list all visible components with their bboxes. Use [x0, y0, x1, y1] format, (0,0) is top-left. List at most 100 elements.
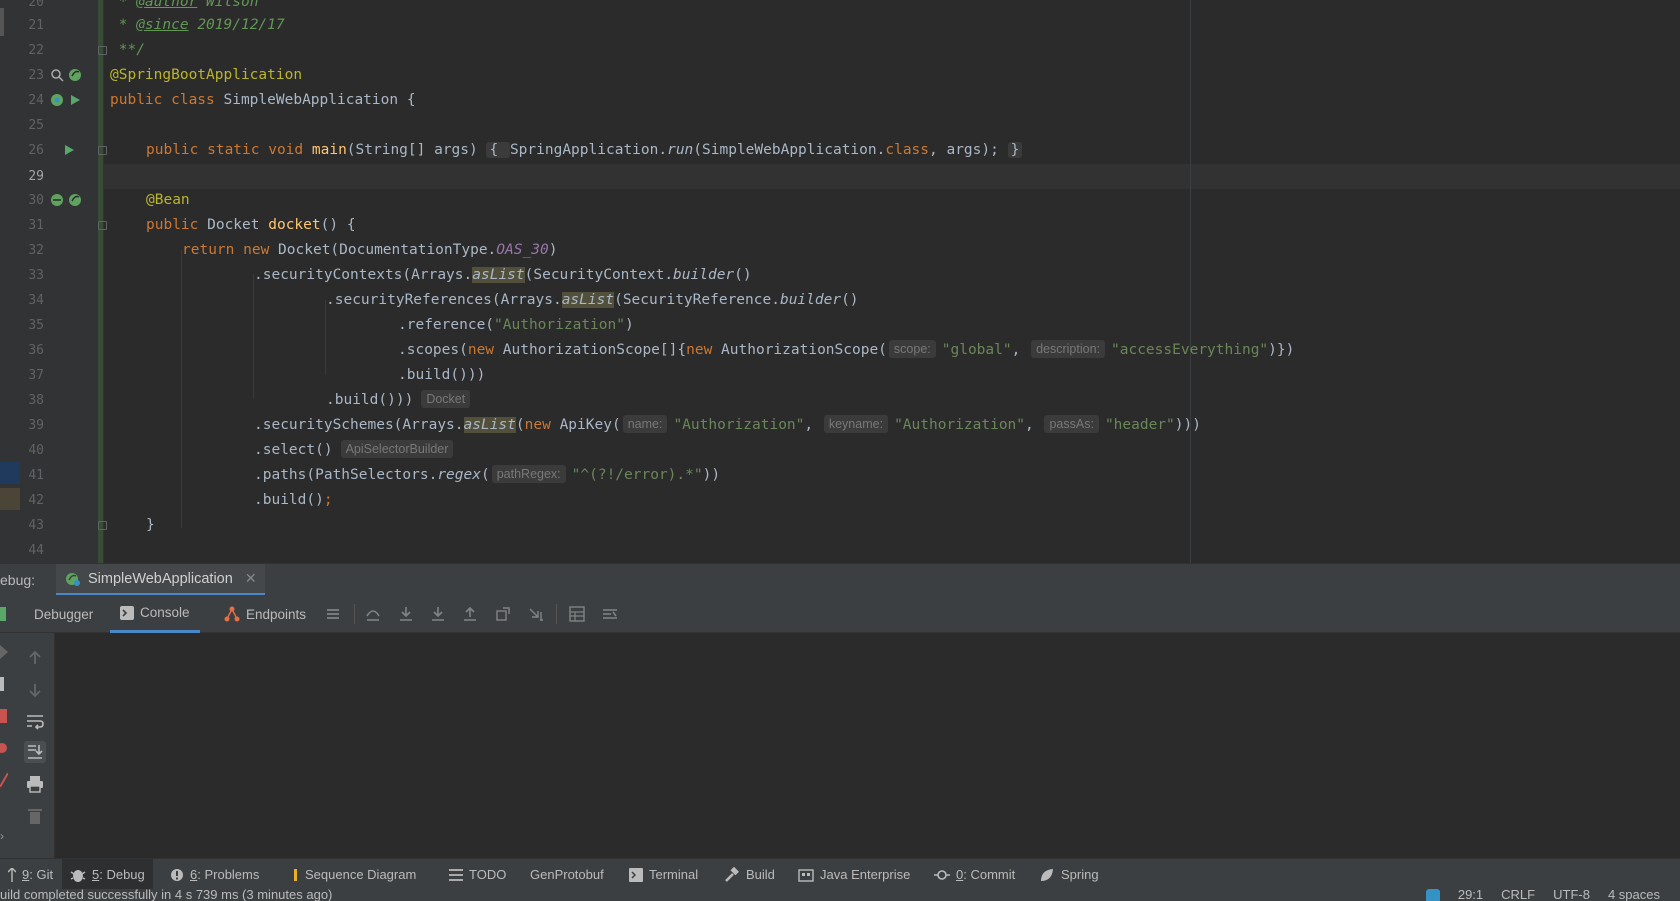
parameter-hint: keyname:: [823, 415, 889, 433]
menu-icon[interactable]: [325, 606, 341, 622]
code-line-30: 30 @Bean: [0, 188, 1680, 213]
pause-icon[interactable]: [0, 677, 6, 691]
tool-genprotobuf[interactable]: GenProtobuf: [522, 859, 612, 890]
tool-java-enterprise[interactable]: Java Enterprise: [790, 859, 918, 890]
step-over-icon[interactable]: [365, 606, 381, 622]
tool-terminal[interactable]: Terminal: [621, 859, 706, 890]
spring-bean-icon[interactable]: [68, 68, 82, 82]
parameter-hint: pathRegex:: [491, 465, 566, 483]
tool-spring[interactable]: Spring: [1031, 859, 1107, 890]
tab-debugger[interactable]: Debugger: [24, 595, 103, 633]
clear-all-icon[interactable]: [24, 805, 46, 827]
step-out-icon[interactable]: [462, 606, 478, 622]
view-breakpoints-icon[interactable]: [0, 741, 8, 755]
tab-endpoints[interactable]: Endpoints: [214, 595, 316, 633]
parameter-hint: scope:: [888, 340, 936, 358]
line-number: 22: [28, 43, 44, 58]
run-to-cursor-icon[interactable]: [528, 606, 544, 622]
step-into-icon[interactable]: [398, 606, 414, 622]
line-separator[interactable]: CRLF: [1501, 889, 1535, 901]
tool-window-bar: 9: Git 5: Debug 6: Problems Sequence Dia…: [0, 858, 1680, 890]
tab-console[interactable]: Console: [110, 595, 200, 633]
code-editor[interactable]: 20 * @author Wilson 21 * @since 2019/12/…: [0, 0, 1680, 563]
line-number: 36: [28, 343, 44, 358]
debug-toolbar: Debugger Console Endpoints: [0, 595, 1680, 633]
up-stack-frame-icon[interactable]: [24, 647, 46, 669]
tool-commit[interactable]: 0: Commit: [926, 859, 1023, 890]
expand-icon[interactable]: ›: [0, 829, 4, 843]
file-encoding[interactable]: UTF-8: [1553, 889, 1590, 901]
console-output[interactable]: [0, 633, 1680, 858]
code-line-32: 32 return new Docket(DocumentationType.O…: [0, 238, 1680, 263]
spring-config-icon[interactable]: [50, 93, 64, 107]
run-icon[interactable]: [68, 93, 82, 107]
code-line-39: 39 .securitySchemes(Arrays.asList(new Ap…: [0, 413, 1680, 438]
tool-sequence-diagram[interactable]: Sequence Diagram: [285, 859, 424, 890]
line-number: 26: [28, 143, 44, 158]
fold-marker-icon[interactable]: [98, 146, 107, 155]
parameter-hint: name:: [622, 415, 668, 433]
toolbar-separator: [556, 604, 557, 624]
tool-todo[interactable]: TODO: [441, 859, 514, 890]
line-number: 32: [28, 243, 44, 258]
java-enterprise-icon: [798, 868, 814, 882]
soft-wrap-icon[interactable]: [24, 710, 46, 732]
close-icon[interactable]: ✕: [245, 570, 257, 587]
tool-git[interactable]: 9: Git: [0, 859, 61, 890]
down-stack-frame-icon[interactable]: [24, 679, 46, 701]
resume-icon[interactable]: [0, 645, 8, 659]
tool-build[interactable]: Build: [716, 859, 783, 890]
console-side-toolbar: ›: [0, 633, 55, 858]
stop-icon[interactable]: [0, 709, 7, 723]
run-icon[interactable]: [62, 143, 76, 157]
bean-navigate-icon[interactable]: [50, 193, 64, 207]
caret-position[interactable]: 29:1: [1458, 889, 1483, 901]
code-line-21: 21 * @since 2019/12/17: [0, 13, 1680, 38]
line-number: 21: [28, 18, 44, 33]
commit-icon: [934, 869, 950, 880]
line-number: 33: [28, 268, 44, 283]
find-usages-icon[interactable]: [50, 68, 64, 82]
line-number: 42: [28, 493, 44, 508]
mute-breakpoints-icon[interactable]: [0, 773, 8, 787]
force-step-into-icon[interactable]: [430, 606, 446, 622]
fold-marker-icon[interactable]: [98, 46, 107, 55]
line-number: 44: [28, 543, 44, 558]
event-log-icon[interactable]: [1425, 889, 1440, 901]
parameter-hint: passAs:: [1044, 415, 1099, 433]
tool-debug[interactable]: 5: Debug: [62, 859, 153, 890]
spring-leaf-icon: [1041, 868, 1053, 881]
status-message[interactable]: uild completed successfully in 4 s 739 m…: [0, 889, 332, 901]
line-number: 34: [28, 293, 44, 308]
git-icon: [8, 867, 16, 882]
parameter-hint: description:: [1031, 340, 1106, 358]
trace-stream-icon[interactable]: [602, 606, 618, 622]
print-icon[interactable]: [24, 773, 46, 795]
code-line-24: 24 public class SimpleWebApplication {: [0, 88, 1680, 113]
code-line-44: 44: [0, 538, 1680, 563]
scroll-to-end-icon[interactable]: [24, 741, 46, 763]
fold-marker-icon[interactable]: [98, 521, 107, 530]
code-line-43: 43 }: [0, 513, 1680, 538]
debug-session-tab[interactable]: SimpleWebApplication ✕: [56, 564, 265, 596]
evaluate-expression-icon[interactable]: [569, 606, 585, 622]
line-number: 39: [28, 418, 44, 433]
line-number: 30: [28, 193, 44, 208]
line-number: 29: [28, 169, 44, 184]
info-icon: [171, 868, 183, 881]
line-number: 38: [28, 393, 44, 408]
spring-bean-icon[interactable]: [68, 193, 82, 207]
tool-problems[interactable]: 6: Problems: [162, 859, 267, 890]
line-number: 40: [28, 443, 44, 458]
line-number: 37: [28, 368, 44, 383]
indent-setting[interactable]: 4 spaces: [1608, 889, 1660, 901]
debug-label: ebug:: [0, 572, 36, 588]
fold-marker-icon[interactable]: [98, 221, 107, 230]
rerun-icon[interactable]: [0, 605, 8, 623]
status-bar: uild completed successfully in 4 s 739 m…: [0, 889, 1680, 901]
code-line-29: 29: [0, 164, 1680, 189]
code-line-34: 34 .securityReferences(Arrays.asList(Sec…: [0, 288, 1680, 313]
line-number: 43: [28, 518, 44, 533]
drop-frame-icon[interactable]: [495, 606, 511, 622]
code-line-33: 33 .securityContexts(Arrays.asList(Secur…: [0, 263, 1680, 288]
